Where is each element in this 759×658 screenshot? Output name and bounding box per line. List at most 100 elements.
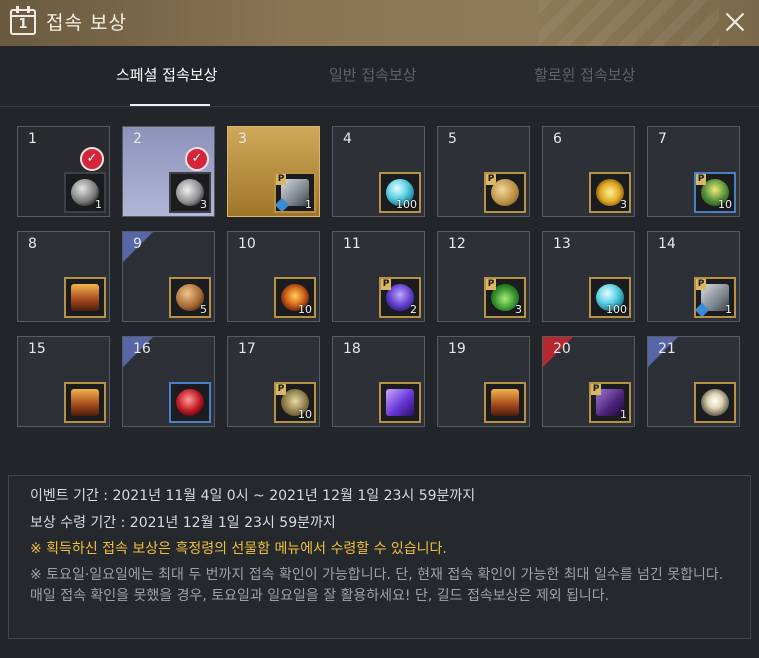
premium-badge-icon: P (381, 279, 391, 290)
reward-cell-day-1[interactable]: 1 ✓ 1 (17, 126, 110, 217)
reward-cell-day-7[interactable]: 7 P 10 (647, 126, 740, 217)
item-quantity: 3 (620, 198, 627, 211)
day-number: 1 (28, 131, 37, 147)
day-number: 9 (133, 236, 142, 252)
reward-cell-day-18[interactable]: 18 (332, 336, 425, 427)
reward-item[interactable]: P1 (694, 277, 736, 318)
item-quantity: 5 (200, 303, 207, 316)
gift-box-icon (386, 389, 414, 416)
reward-item[interactable]: P 10 (694, 172, 736, 213)
reward-item[interactable]: 1 (64, 172, 106, 213)
day-number: 17 (238, 341, 256, 357)
item-quantity: 1 (620, 408, 627, 421)
item-quantity: 3 (515, 303, 522, 316)
reward-cell-day-3[interactable]: 3P1 (227, 126, 320, 217)
reward-item[interactable] (379, 382, 421, 423)
premium-badge-icon: P (276, 384, 286, 395)
reward-item[interactable]: 3 (169, 172, 211, 213)
reward-cell-day-20[interactable]: 20 P 1 (542, 336, 635, 427)
item-quantity: 10 (298, 408, 312, 421)
day-number: 3 (238, 131, 247, 147)
day-number: 14 (658, 236, 676, 252)
day-number: 21 (658, 341, 676, 357)
reward-cell-day-2[interactable]: 2 ✓ 3 (122, 126, 215, 217)
event-period: 이벤트 기간 : 2021년 11월 4일 0시 ~ 2021년 12월 1일 … (30, 488, 476, 504)
premium-badge-icon: P (276, 174, 286, 185)
reward-item[interactable]: 10 (274, 277, 316, 318)
day-number: 16 (133, 341, 151, 357)
reward-cell-day-6[interactable]: 63 (542, 126, 635, 217)
title-bar: 1 접속 보상 (0, 0, 759, 46)
reward-item[interactable]: P (484, 172, 526, 213)
premium-badge-icon: P (696, 279, 706, 290)
reward-item[interactable]: P1 (274, 172, 316, 213)
reward-cell-day-12[interactable]: 12 P 3 (437, 231, 530, 322)
day-number: 2 (133, 131, 142, 147)
treasure-chest-icon (71, 389, 99, 416)
item-quantity: 2 (410, 303, 417, 316)
day-number: 4 (343, 131, 352, 147)
detail-text: ※ 토요일·일요일에는 최대 두 번까지 접속 확인이 가능합니다. 단, 현재… (30, 567, 724, 604)
reward-cell-day-19[interactable]: 19 (437, 336, 530, 427)
reward-item[interactable] (694, 382, 736, 423)
claim-period: 보상 수령 기간 : 2021년 12월 1일 23시 59분까지 (30, 515, 336, 531)
day-number: 15 (28, 341, 46, 357)
reward-item[interactable] (64, 277, 106, 318)
item-quantity: 100 (396, 198, 417, 211)
close-icon[interactable] (721, 8, 749, 36)
tab-bar: 스페셜 접속보상 일반 접속보상 할로윈 접속보상 (0, 46, 759, 107)
reward-item[interactable]: P3 (484, 277, 526, 318)
reward-item[interactable]: 100 (379, 172, 421, 213)
reward-cell-day-14[interactable]: 14 P 1 (647, 231, 740, 322)
reward-cell-day-10[interactable]: 10 10 (227, 231, 320, 322)
premium-badge-icon: P (486, 174, 496, 185)
day-number: 8 (28, 236, 37, 252)
item-quantity: 1 (95, 198, 102, 211)
tab-special[interactable]: 스페셜 접속보상 (116, 64, 217, 85)
reward-cell-day-13[interactable]: 13 100 (542, 231, 635, 322)
reward-item[interactable] (64, 382, 106, 423)
day-number: 5 (448, 131, 457, 147)
red-gem-icon (176, 389, 204, 416)
reward-cell-day-4[interactable]: 4 100 (332, 126, 425, 217)
reward-cell-day-11[interactable]: 11 P 2 (332, 231, 425, 322)
day-number: 18 (343, 341, 361, 357)
item-quantity: 10 (298, 303, 312, 316)
tab-normal[interactable]: 일반 접속보상 (329, 64, 417, 85)
day-number: 12 (448, 236, 466, 252)
window-title: 접속 보상 (46, 12, 127, 34)
treasure-chest-icon (491, 389, 519, 416)
reward-item[interactable]: P2 (379, 277, 421, 318)
reward-item[interactable]: 3 (589, 172, 631, 213)
premium-badge-icon: P (591, 384, 601, 395)
reward-cell-day-8[interactable]: 8 (17, 231, 110, 322)
reward-item[interactable]: P 10 (274, 382, 316, 423)
reward-cell-day-9[interactable]: 95 (122, 231, 215, 322)
treasure-chest-icon (71, 284, 99, 311)
day-number: 11 (343, 236, 361, 252)
reward-cell-day-17[interactable]: 17 P 10 (227, 336, 320, 427)
reward-cell-day-15[interactable]: 15 (17, 336, 110, 427)
tab-halloween[interactable]: 할로윈 접속보상 (534, 64, 635, 85)
check-icon: ✓ (185, 147, 209, 171)
reward-item[interactable] (484, 382, 526, 423)
day-number: 20 (553, 341, 571, 357)
check-icon: ✓ (80, 147, 104, 171)
day-number: 13 (553, 236, 571, 252)
day-number: 7 (658, 131, 667, 147)
day-number: 10 (238, 236, 256, 252)
reward-cell-day-5[interactable]: 5P (437, 126, 530, 217)
item-quantity: 1 (305, 198, 312, 211)
title-bar-decoration (539, 0, 719, 46)
info-panel: 이벤트 기간 : 2021년 11월 4일 0시 ~ 2021년 12월 1일 … (8, 475, 751, 639)
reward-cell-day-16[interactable]: 16 (122, 336, 215, 427)
reward-item[interactable]: 5 (169, 277, 211, 318)
reward-item[interactable]: 100 (589, 277, 631, 318)
item-quantity: 1 (725, 303, 732, 316)
reward-item[interactable]: P1 (589, 382, 631, 423)
item-quantity: 100 (606, 303, 627, 316)
active-tab-underline (130, 104, 210, 106)
day-number: 6 (553, 131, 562, 147)
reward-item[interactable] (169, 382, 211, 423)
reward-cell-day-21[interactable]: 21 (647, 336, 740, 427)
